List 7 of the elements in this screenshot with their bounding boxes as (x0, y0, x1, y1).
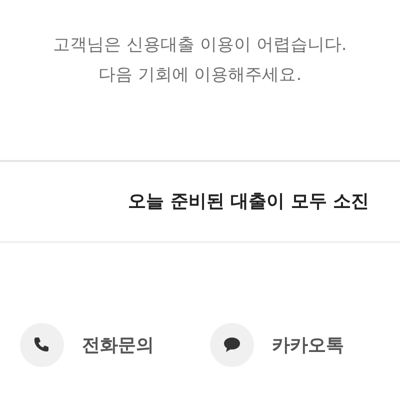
phone-icon (33, 336, 51, 354)
message-text: 다음 기회에 이용해주세요. (98, 65, 302, 85)
contact-button[interactable]: 카카오톡 (210, 323, 400, 367)
chat-bubble-icon (223, 336, 241, 354)
contact-button[interactable]: 전화문의 (20, 323, 210, 367)
message-text: 고객님은 신용대출 이용이 어렵습니다. (53, 35, 347, 55)
notice-text: 오늘 준비된 대출이 모두 소진 (128, 190, 370, 214)
